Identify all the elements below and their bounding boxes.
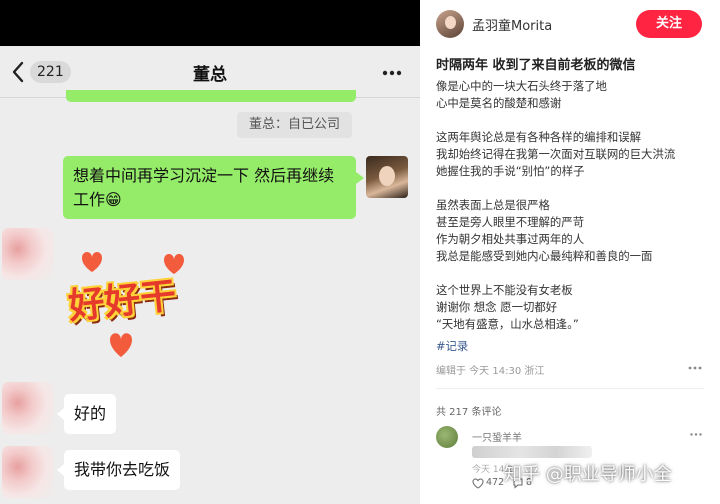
chat-title: 董总 (193, 65, 227, 85)
contact-avatar[interactable] (2, 228, 54, 280)
body-line: 心中是莫名的酸楚和感谢 (436, 96, 562, 110)
body-line: 我却始终记得在我第一次面对互联网的巨大洪流 (436, 147, 676, 161)
contact-avatar[interactable] (2, 382, 54, 434)
hashtag-link[interactable]: #记录 (436, 338, 468, 354)
author-name[interactable]: 孟羽童Morita (472, 15, 552, 34)
commenter-avatar[interactable] (436, 426, 458, 448)
body-line: 这个世界上不能没有女老板 (436, 283, 573, 297)
comment-text-blurred (472, 446, 592, 458)
comment-count: 共 217 条评论 (436, 407, 502, 418)
post-more-icon[interactable] (688, 366, 702, 370)
post-title: 时隔两年 收到了来自前老板的微信 (436, 58, 636, 73)
body-line: “天地有盛意，山水总相逢。” (436, 317, 579, 331)
watermark: 知乎 @职业导师小全 (504, 464, 672, 485)
post-panel: 孟羽童Morita 关注 时隔两年 收到了来自前老板的微信 像是心中的一块大石头… (420, 0, 720, 504)
status-bar (0, 0, 420, 46)
body-line: 谢谢你 想念 愿一切都好 (436, 300, 558, 314)
divider (436, 388, 704, 389)
comment-more-icon[interactable] (690, 433, 702, 436)
post-meta: 编辑于 今天 14:30 浙江 (436, 366, 545, 377)
screenshot: 221 董总 董总：自已公司 想着中间再学习沉淀一下 然后再继续工作😁 好好干 … (0, 0, 720, 504)
body-line: 像是心中的一块大石头终于落了地 (436, 79, 607, 93)
body-line: 虽然表面上总是很严格 (436, 198, 550, 212)
commenter-name[interactable]: 一只蛩羊羊 (472, 429, 522, 444)
follow-button[interactable]: 关注 (636, 10, 702, 38)
author-avatar[interactable] (436, 10, 464, 38)
chat-screenshot: 221 董总 董总：自已公司 想着中间再学习沉淀一下 然后再继续工作😁 好好干 … (0, 0, 420, 504)
previous-message-bubble (66, 90, 356, 102)
received-message[interactable]: 好的 (56, 394, 117, 434)
sent-message[interactable]: 想着中间再学习沉淀一下 然后再继续工作😁 (63, 156, 364, 219)
post-body: 像是心中的一块大石头终于落了地 心中是莫名的酸楚和感谢 这两年舆论总是有各种各样… (436, 78, 712, 333)
contact-avatar[interactable] (2, 446, 54, 498)
body-line: 她握住我的手说“别怕”的样子 (436, 164, 585, 178)
quoted-message[interactable]: 董总：自已公司 (237, 112, 353, 138)
body-line: 我总是能感受到她内心最纯粹和善良的一面 (436, 249, 653, 263)
received-message[interactable]: 我带你去吃饭 (56, 450, 181, 490)
body-line: 作为朝夕相处共事过两年的人 (436, 232, 585, 246)
body-line: 甚至是旁人眼里不理解的严苛 (436, 215, 585, 229)
comment-like-count: 472 (486, 477, 505, 488)
my-avatar[interactable] (366, 156, 408, 198)
more-icon[interactable] (382, 70, 402, 76)
body-line: 这两年舆论总是有各种各样的编排和误解 (436, 130, 642, 144)
heart-icon[interactable] (472, 478, 484, 489)
